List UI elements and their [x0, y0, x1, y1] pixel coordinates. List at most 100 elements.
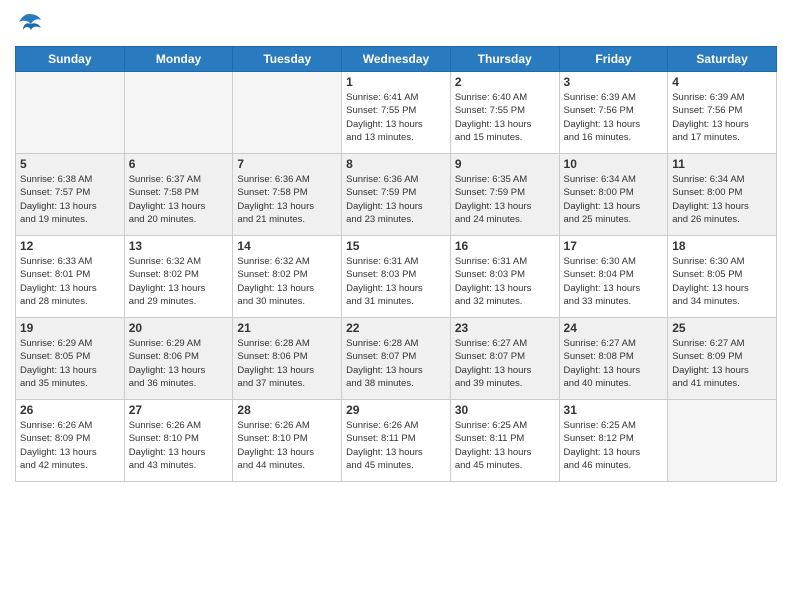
calendar-cell	[668, 400, 777, 482]
day-number: 24	[564, 321, 664, 335]
calendar-cell: 5Sunrise: 6:38 AM Sunset: 7:57 PM Daylig…	[16, 154, 125, 236]
calendar-cell: 1 Sunrise: 6:41 AM Sunset: 7:55 PM Daylig…	[342, 72, 451, 154]
day-number: 31	[564, 403, 664, 417]
day-number: 20	[129, 321, 229, 335]
calendar-cell	[233, 72, 342, 154]
calendar-cell: 9 Sunrise: 6:35 AM Sunset: 7:59 PM Daylig…	[450, 154, 559, 236]
calendar-cell: 17 Sunrise: 6:30 AM Sunset: 8:04 PM Dayli…	[559, 236, 668, 318]
day-info: Sunrise: 6:27 AM Sunset: 8:08 PM Dayligh…	[564, 337, 664, 390]
calendar-cell: 2Sunrise: 6:40 AM Sunset: 7:55 PM Daylig…	[450, 72, 559, 154]
day-number: 4	[672, 75, 772, 89]
day-number: 23	[455, 321, 555, 335]
day-number: 30	[455, 403, 555, 417]
calendar-cell: 13 Sunrise: 6:32 AM Sunset: 8:02 PM Dayli…	[124, 236, 233, 318]
day-info: Sunrise: 6:31 AM Sunset: 8:03 PM Dayligh…	[455, 255, 555, 308]
day-info: Sunrise: 6:36 AM Sunset: 7:58 PM Dayligh…	[237, 173, 337, 226]
calendar-cell: 19 Sunrise: 6:29 AM Sunset: 8:05 PM Dayli…	[16, 318, 125, 400]
day-number: 17	[564, 239, 664, 253]
day-number: 27	[129, 403, 229, 417]
weekday-monday: Monday	[124, 47, 233, 72]
calendar-cell: 25 Sunrise: 6:27 AM Sunset: 8:09 PM Dayli…	[668, 318, 777, 400]
calendar-cell: 3Sunrise: 6:39 AM Sunset: 7:56 PM Daylig…	[559, 72, 668, 154]
day-info: Sunrise: 6:29 AM Sunset: 8:06 PM Dayligh…	[129, 337, 229, 390]
day-number: 11	[672, 157, 772, 171]
day-info: Sunrise: 6:32 AM Sunset: 8:02 PM Dayligh…	[237, 255, 337, 308]
day-number: 8	[346, 157, 446, 171]
day-info: Sunrise: 6:26 AM Sunset: 8:09 PM Dayligh…	[20, 419, 120, 472]
week-row-1: 1 Sunrise: 6:41 AM Sunset: 7:55 PM Daylig…	[16, 72, 777, 154]
page: SundayMondayTuesdayWednesdayThursdayFrid…	[0, 0, 792, 612]
day-number: 3	[564, 75, 664, 89]
calendar-cell: 18 Sunrise: 6:30 AM Sunset: 8:05 PM Dayli…	[668, 236, 777, 318]
day-info: Sunrise: 6:26 AM Sunset: 8:11 PM Dayligh…	[346, 419, 446, 472]
calendar-cell: 20 Sunrise: 6:29 AM Sunset: 8:06 PM Dayli…	[124, 318, 233, 400]
day-info: Sunrise: 6:27 AM Sunset: 8:09 PM Dayligh…	[672, 337, 772, 390]
weekday-friday: Friday	[559, 47, 668, 72]
day-info: Sunrise: 6:37 AM Sunset: 7:58 PM Dayligh…	[129, 173, 229, 226]
weekday-wednesday: Wednesday	[342, 47, 451, 72]
day-number: 14	[237, 239, 337, 253]
calendar-cell: 14 Sunrise: 6:32 AM Sunset: 8:02 PM Dayli…	[233, 236, 342, 318]
day-info: Sunrise: 6:30 AM Sunset: 8:04 PM Dayligh…	[564, 255, 664, 308]
calendar-cell	[16, 72, 125, 154]
week-row-3: 12Sunrise: 6:33 AM Sunset: 8:01 PM Dayli…	[16, 236, 777, 318]
day-number: 10	[564, 157, 664, 171]
day-number: 16	[455, 239, 555, 253]
day-info: Sunrise: 6:29 AM Sunset: 8:05 PM Dayligh…	[20, 337, 120, 390]
calendar-cell: 28 Sunrise: 6:26 AM Sunset: 8:10 PM Dayli…	[233, 400, 342, 482]
day-number: 6	[129, 157, 229, 171]
calendar-cell: 4 Sunrise: 6:39 AM Sunset: 7:56 PM Daylig…	[668, 72, 777, 154]
day-info: Sunrise: 6:34 AM Sunset: 8:00 PM Dayligh…	[564, 173, 664, 226]
day-info: Sunrise: 6:27 AM Sunset: 8:07 PM Dayligh…	[455, 337, 555, 390]
day-info: Sunrise: 6:28 AM Sunset: 8:07 PM Dayligh…	[346, 337, 446, 390]
day-info: Sunrise: 6:26 AM Sunset: 8:10 PM Dayligh…	[129, 419, 229, 472]
day-number: 15	[346, 239, 446, 253]
header	[15, 10, 777, 38]
day-number: 19	[20, 321, 120, 335]
day-info: Sunrise: 6:34 AM Sunset: 8:00 PM Dayligh…	[672, 173, 772, 226]
calendar-cell: 22 Sunrise: 6:28 AM Sunset: 8:07 PM Dayli…	[342, 318, 451, 400]
week-row-5: 26 Sunrise: 6:26 AM Sunset: 8:09 PM Dayli…	[16, 400, 777, 482]
calendar-cell: 11 Sunrise: 6:34 AM Sunset: 8:00 PM Dayli…	[668, 154, 777, 236]
day-number: 26	[20, 403, 120, 417]
day-info: Sunrise: 6:33 AM Sunset: 8:01 PM Dayligh…	[20, 255, 120, 308]
day-info: Sunrise: 6:25 AM Sunset: 8:12 PM Dayligh…	[564, 419, 664, 472]
day-info: Sunrise: 6:25 AM Sunset: 8:11 PM Dayligh…	[455, 419, 555, 472]
day-number: 28	[237, 403, 337, 417]
day-number: 21	[237, 321, 337, 335]
day-number: 25	[672, 321, 772, 335]
weekday-thursday: Thursday	[450, 47, 559, 72]
day-number: 18	[672, 239, 772, 253]
calendar-cell: 15 Sunrise: 6:31 AM Sunset: 8:03 PM Dayli…	[342, 236, 451, 318]
calendar-cell: 21 Sunrise: 6:28 AM Sunset: 8:06 PM Dayli…	[233, 318, 342, 400]
calendar-cell: 12Sunrise: 6:33 AM Sunset: 8:01 PM Dayli…	[16, 236, 125, 318]
calendar-cell: 16 Sunrise: 6:31 AM Sunset: 8:03 PM Dayli…	[450, 236, 559, 318]
calendar-cell: 23 Sunrise: 6:27 AM Sunset: 8:07 PM Dayli…	[450, 318, 559, 400]
calendar-cell: 26 Sunrise: 6:26 AM Sunset: 8:09 PM Dayli…	[16, 400, 125, 482]
day-info: Sunrise: 6:39 AM Sunset: 7:56 PM Dayligh…	[672, 91, 772, 144]
day-info: Sunrise: 6:35 AM Sunset: 7:59 PM Dayligh…	[455, 173, 555, 226]
weekday-sunday: Sunday	[16, 47, 125, 72]
day-info: Sunrise: 6:38 AM Sunset: 7:57 PM Dayligh…	[20, 173, 120, 226]
day-number: 29	[346, 403, 446, 417]
weekday-tuesday: Tuesday	[233, 47, 342, 72]
calendar-cell: 6 Sunrise: 6:37 AM Sunset: 7:58 PM Daylig…	[124, 154, 233, 236]
day-info: Sunrise: 6:28 AM Sunset: 8:06 PM Dayligh…	[237, 337, 337, 390]
week-row-4: 19 Sunrise: 6:29 AM Sunset: 8:05 PM Dayli…	[16, 318, 777, 400]
day-number: 1	[346, 75, 446, 89]
week-row-2: 5Sunrise: 6:38 AM Sunset: 7:57 PM Daylig…	[16, 154, 777, 236]
calendar-cell: 24 Sunrise: 6:27 AM Sunset: 8:08 PM Dayli…	[559, 318, 668, 400]
day-number: 22	[346, 321, 446, 335]
day-info: Sunrise: 6:32 AM Sunset: 8:02 PM Dayligh…	[129, 255, 229, 308]
day-info: Sunrise: 6:30 AM Sunset: 8:05 PM Dayligh…	[672, 255, 772, 308]
day-number: 13	[129, 239, 229, 253]
day-info: Sunrise: 6:41 AM Sunset: 7:55 PM Dayligh…	[346, 91, 446, 144]
calendar-cell: 30 Sunrise: 6:25 AM Sunset: 8:11 PM Dayli…	[450, 400, 559, 482]
weekday-header-row: SundayMondayTuesdayWednesdayThursdayFrid…	[16, 47, 777, 72]
calendar-cell: 29 Sunrise: 6:26 AM Sunset: 8:11 PM Dayli…	[342, 400, 451, 482]
day-number: 9	[455, 157, 555, 171]
day-info: Sunrise: 6:31 AM Sunset: 8:03 PM Dayligh…	[346, 255, 446, 308]
day-info: Sunrise: 6:26 AM Sunset: 8:10 PM Dayligh…	[237, 419, 337, 472]
logo-icon	[15, 10, 43, 38]
calendar-cell	[124, 72, 233, 154]
